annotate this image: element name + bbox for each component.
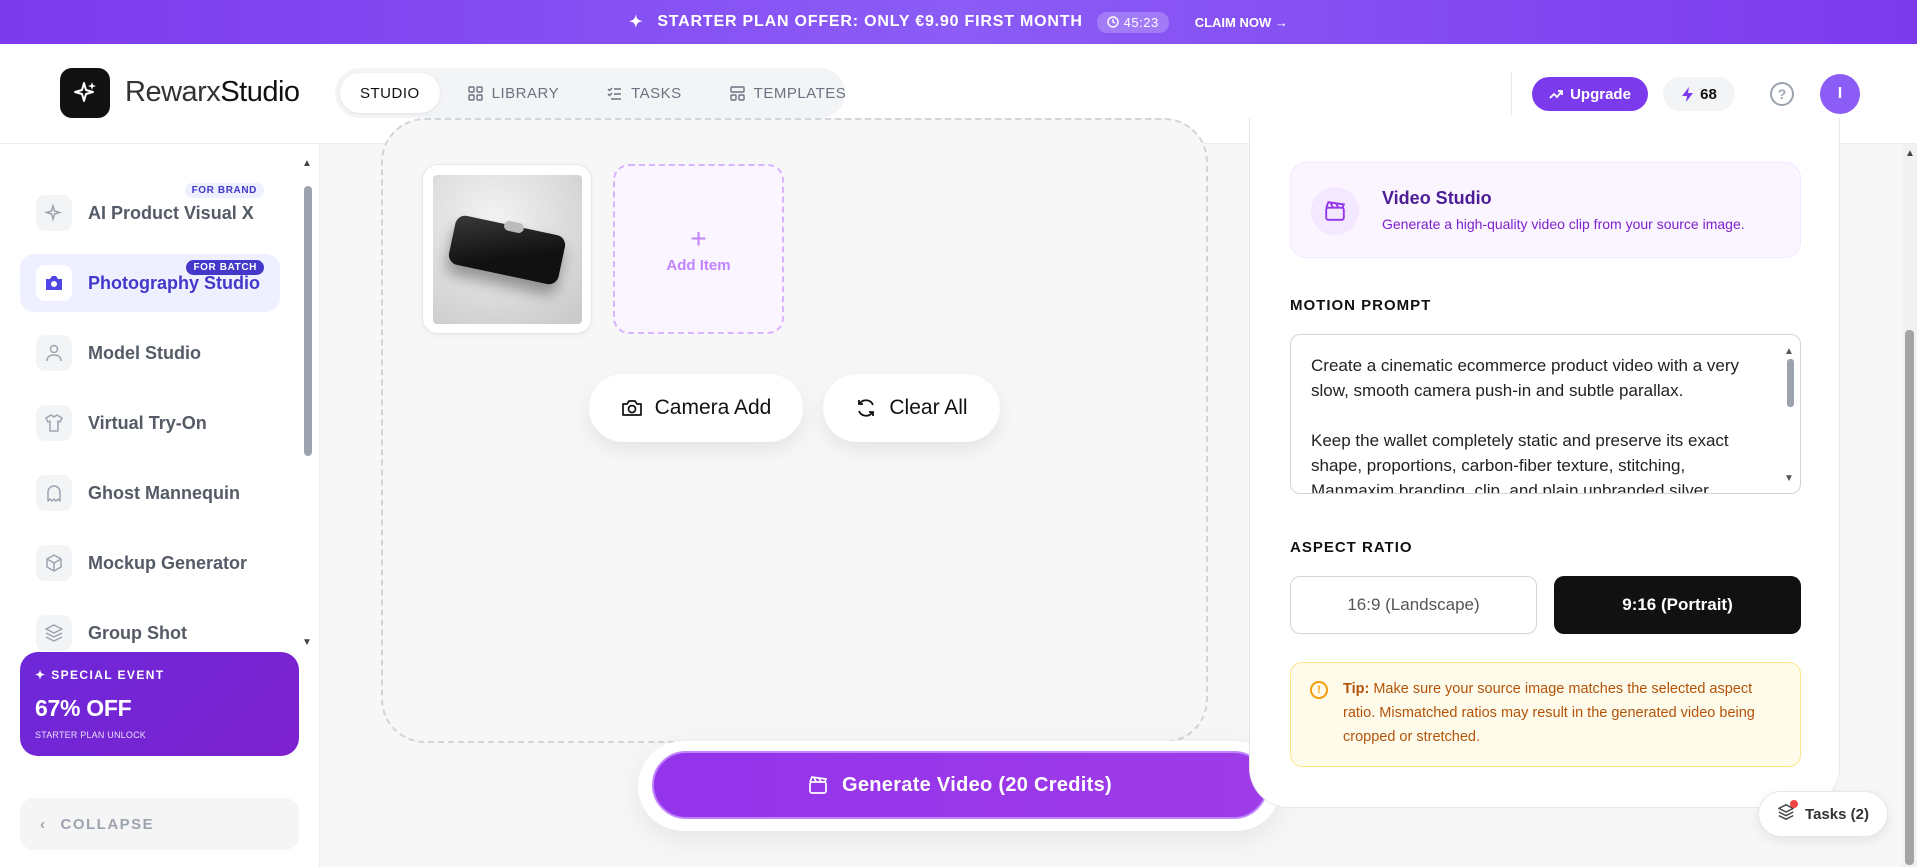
generate-video-button[interactable]: Generate Video (20 Credits)	[652, 751, 1268, 819]
tip-box: ! Tip: Make sure your source image match…	[1290, 662, 1801, 767]
checklist-icon	[607, 87, 622, 100]
scroll-up-arrow[interactable]: ▲	[1905, 148, 1915, 159]
refresh-icon	[858, 399, 875, 417]
plus-icon: +	[690, 222, 707, 254]
camera-add-button[interactable]: Camera Add	[589, 374, 803, 442]
nav-tab-library[interactable]: LIBRARY	[448, 73, 579, 113]
ghost-icon	[36, 475, 72, 511]
sidebar-badge: FOR BATCH	[186, 260, 264, 275]
grid-icon	[467, 85, 483, 101]
scroll-up-arrow[interactable]: ▲	[302, 158, 312, 169]
sidebar-item-label: Ghost Mannequin	[88, 482, 240, 503]
timer-value: 45:23	[1123, 14, 1159, 30]
wallet-product-image	[433, 175, 582, 324]
sidebar-item-ai-product-visual[interactable]: AI Product Visual X FOR BRAND	[20, 183, 280, 242]
scrollbar-thumb[interactable]	[304, 186, 312, 456]
panel-subtitle: Generate a high-quality video clip from …	[1382, 216, 1745, 232]
collapse-button[interactable]: ‹ COLLAPSE	[20, 798, 299, 850]
sidebar-item-photography-studio[interactable]: Photography Studio FOR BATCH	[20, 254, 280, 312]
camera-icon	[36, 265, 72, 301]
source-image-card[interactable]	[422, 164, 592, 334]
sidebar-item-label: Mockup Generator	[88, 552, 248, 573]
layout-icon	[729, 85, 745, 101]
special-event-card[interactable]: ✦ SPECIAL EVENT 67% OFF STARTER PLAN UNL…	[20, 652, 299, 756]
sidebar: AI Product Visual X FOR BRAND Photograph…	[0, 144, 320, 867]
help-icon[interactable]: ?	[1770, 82, 1794, 106]
nav-tab-studio[interactable]: STUDIO	[340, 73, 440, 113]
tasks-floating-button[interactable]: Tasks (2)	[1758, 791, 1888, 837]
scrollbar-thumb[interactable]	[1787, 359, 1794, 407]
clock-icon	[1106, 16, 1119, 28]
promo-banner: ✦ STARTER PLAN OFFER: ONLY €9.90 FIRST M…	[0, 0, 1917, 44]
scroll-down-arrow[interactable]: ▼	[1784, 466, 1794, 491]
settings-panel: Video Studio Generate a high-quality vid…	[1249, 118, 1840, 808]
prompt-scrollbar[interactable]: ▲ ▼	[1784, 339, 1796, 489]
countdown-timer: 45:23	[1096, 11, 1169, 33]
box-icon	[36, 545, 72, 581]
header-divider	[1511, 71, 1512, 115]
notification-dot	[1790, 800, 1799, 808]
add-item-button[interactable]: + Add Item	[613, 164, 784, 334]
event-tag: ✦ SPECIAL EVENT	[35, 668, 165, 682]
layers-icon	[36, 615, 72, 651]
main-nav: STUDIO LIBRARY TASKS TEMPLATES	[335, 68, 846, 118]
sidebar-badge: FOR BRAND	[184, 183, 264, 198]
upgrade-button[interactable]: Upgrade	[1532, 77, 1648, 111]
scroll-down-arrow[interactable]: ▼	[302, 637, 312, 648]
sidebar-item-label: Virtual Try-On	[88, 412, 207, 433]
shirt-icon	[36, 405, 72, 441]
page-scrollbar[interactable]: ▲	[1902, 144, 1917, 867]
claim-now-link[interactable]: CLAIM NOW →	[1195, 15, 1288, 30]
event-sub: STARTER PLAN UNLOCK	[35, 730, 146, 740]
offer-text: STARTER PLAN OFFER: ONLY €9.90 FIRST MON…	[657, 13, 1083, 30]
sidebar-item-mockup-generator[interactable]: Mockup Generator	[20, 534, 280, 592]
aspect-landscape-button[interactable]: 16:9 (Landscape)	[1290, 576, 1537, 634]
sidebar-scrollbar[interactable]: ▲ ▼	[302, 156, 314, 648]
motion-prompt-textarea[interactable]: Create a cinematic ecommerce product vid…	[1290, 334, 1801, 494]
sidebar-item-model-studio[interactable]: Model Studio	[20, 324, 280, 382]
event-headline: 67% OFF	[35, 695, 132, 721]
nav-tab-templates[interactable]: TEMPLATES	[710, 73, 867, 113]
sidebar-item-label: Photography Studio	[88, 272, 260, 293]
clapperboard-icon	[1311, 187, 1359, 235]
aspect-ratio-label: ASPECT RATIO	[1290, 539, 1413, 556]
sparkle-icon	[36, 195, 72, 231]
lightning-icon	[1682, 86, 1694, 102]
camera-icon	[621, 400, 642, 416]
app-logo-text[interactable]: RewarxStudio	[125, 76, 300, 109]
info-icon: !	[1310, 681, 1328, 699]
video-studio-card: Video Studio Generate a high-quality vid…	[1290, 162, 1801, 258]
motion-prompt-label: MOTION PROMPT	[1290, 297, 1432, 314]
user-avatar[interactable]: I	[1820, 74, 1860, 114]
scrollbar-thumb[interactable]	[1905, 330, 1914, 865]
sidebar-item-label: Group Shot	[88, 622, 187, 643]
aspect-portrait-button[interactable]: 9:16 (Portrait)	[1554, 576, 1801, 634]
trending-up-icon	[1549, 90, 1563, 99]
person-icon	[36, 335, 72, 371]
panel-title: Video Studio	[1382, 188, 1492, 208]
sidebar-item-label: Model Studio	[88, 342, 201, 363]
clear-all-button[interactable]: Clear All	[823, 374, 1000, 442]
nav-tab-tasks[interactable]: TASKS	[587, 73, 702, 113]
logo-icon[interactable]	[60, 68, 110, 118]
sparkle-icon: ✦	[629, 14, 644, 31]
sidebar-item-virtual-try-on[interactable]: Virtual Try-On	[20, 394, 280, 452]
sidebar-item-ghost-mannequin[interactable]: Ghost Mannequin	[20, 464, 280, 522]
credits-badge[interactable]: 68	[1663, 77, 1735, 111]
sidebar-item-label: AI Product Visual X	[88, 202, 254, 223]
layers-icon	[1777, 800, 1799, 825]
tip-text: Make sure your source image matches the …	[1343, 681, 1755, 745]
tip-label: Tip:	[1343, 681, 1370, 697]
chevron-left-icon: ‹	[40, 815, 47, 833]
clapperboard-icon	[809, 776, 828, 794]
